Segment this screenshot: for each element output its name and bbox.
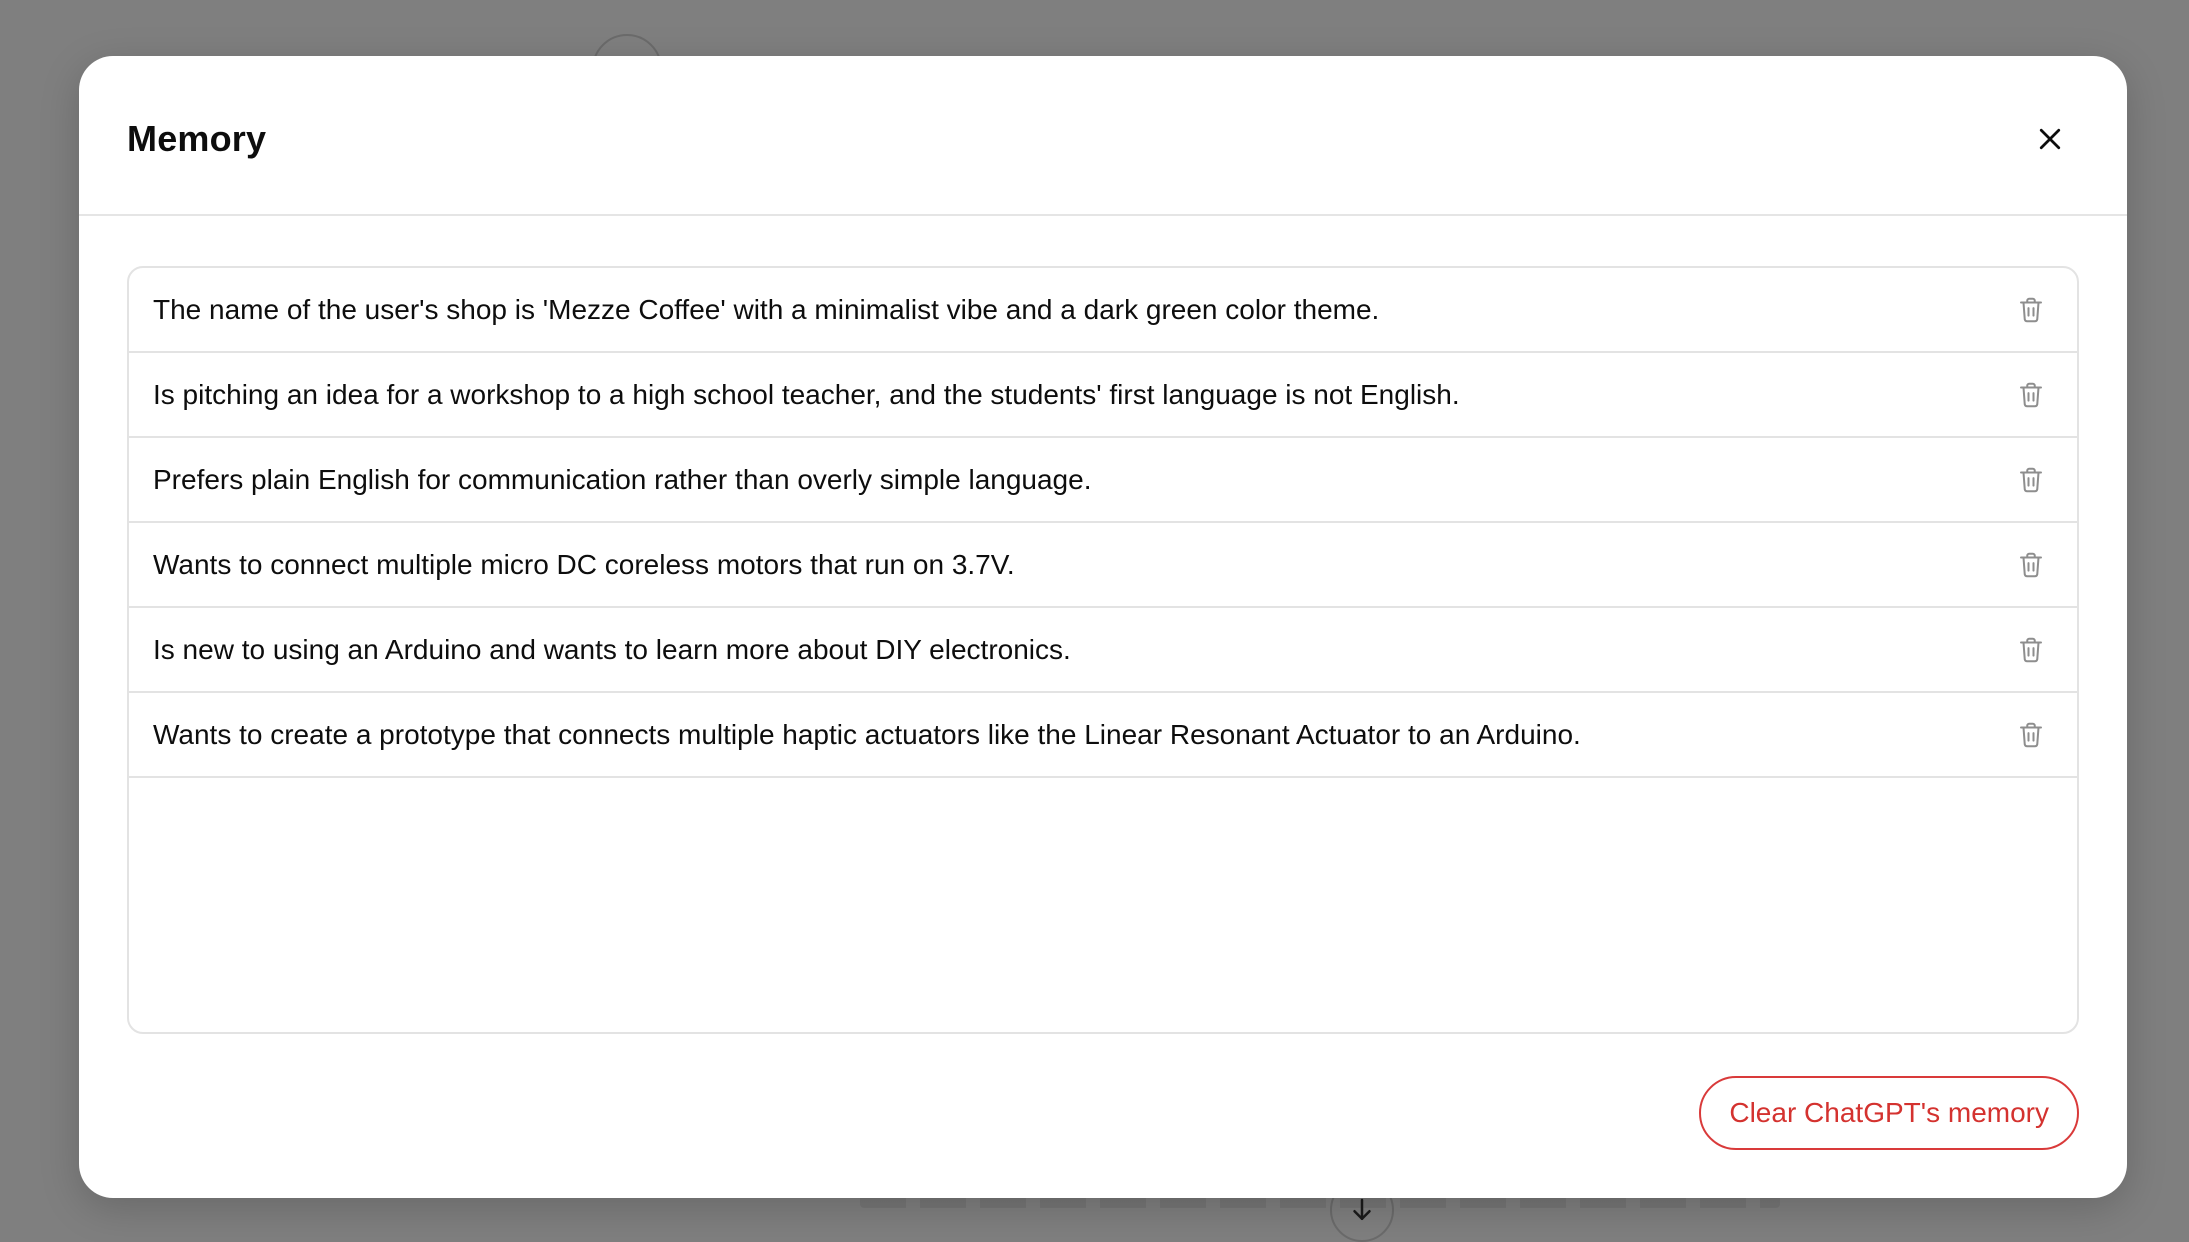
- delete-memory-button[interactable]: [2011, 375, 2051, 415]
- memory-text: Is new to using an Arduino and wants to …: [153, 633, 1071, 665]
- close-icon: [2039, 128, 2061, 150]
- memory-item: Wants to create a prototype that connect…: [129, 693, 2077, 778]
- arrow-down-icon: [1353, 1198, 1371, 1220]
- modal-header: Memory: [79, 56, 2127, 216]
- memory-list: The name of the user's shop is 'Mezze Co…: [127, 266, 2079, 1034]
- trash-icon: [2020, 637, 2042, 662]
- memory-item: The name of the user's shop is 'Mezze Co…: [129, 268, 2077, 353]
- memory-text: Is pitching an idea for a workshop to a …: [153, 378, 1460, 410]
- memory-item: Is pitching an idea for a workshop to a …: [129, 353, 2077, 438]
- delete-memory-button[interactable]: [2011, 630, 2051, 670]
- memory-text: The name of the user's shop is 'Mezze Co…: [153, 293, 1380, 325]
- trash-icon: [2020, 467, 2042, 492]
- memory-modal: Memory The name of the user's shop is 'M…: [79, 56, 2127, 1198]
- close-button[interactable]: [2025, 114, 2075, 164]
- memory-item: Is new to using an Arduino and wants to …: [129, 608, 2077, 693]
- delete-memory-button[interactable]: [2011, 460, 2051, 500]
- clear-memory-button[interactable]: Clear ChatGPT's memory: [1699, 1076, 2079, 1150]
- memory-text: Wants to connect multiple micro DC corel…: [153, 548, 1015, 580]
- memory-text: Wants to create a prototype that connect…: [153, 718, 1581, 750]
- trash-icon: [2020, 722, 2042, 747]
- delete-memory-button[interactable]: [2011, 715, 2051, 755]
- trash-icon: [2020, 382, 2042, 407]
- trash-icon: [2020, 297, 2042, 322]
- memory-item: Wants to connect multiple micro DC corel…: [129, 523, 2077, 608]
- delete-memory-button[interactable]: [2011, 545, 2051, 585]
- memory-item: Prefers plain English for communication …: [129, 438, 2077, 523]
- trash-icon: [2020, 552, 2042, 577]
- memory-text: Prefers plain English for communication …: [153, 463, 1092, 495]
- delete-memory-button[interactable]: [2011, 290, 2051, 330]
- modal-title: Memory: [127, 118, 267, 159]
